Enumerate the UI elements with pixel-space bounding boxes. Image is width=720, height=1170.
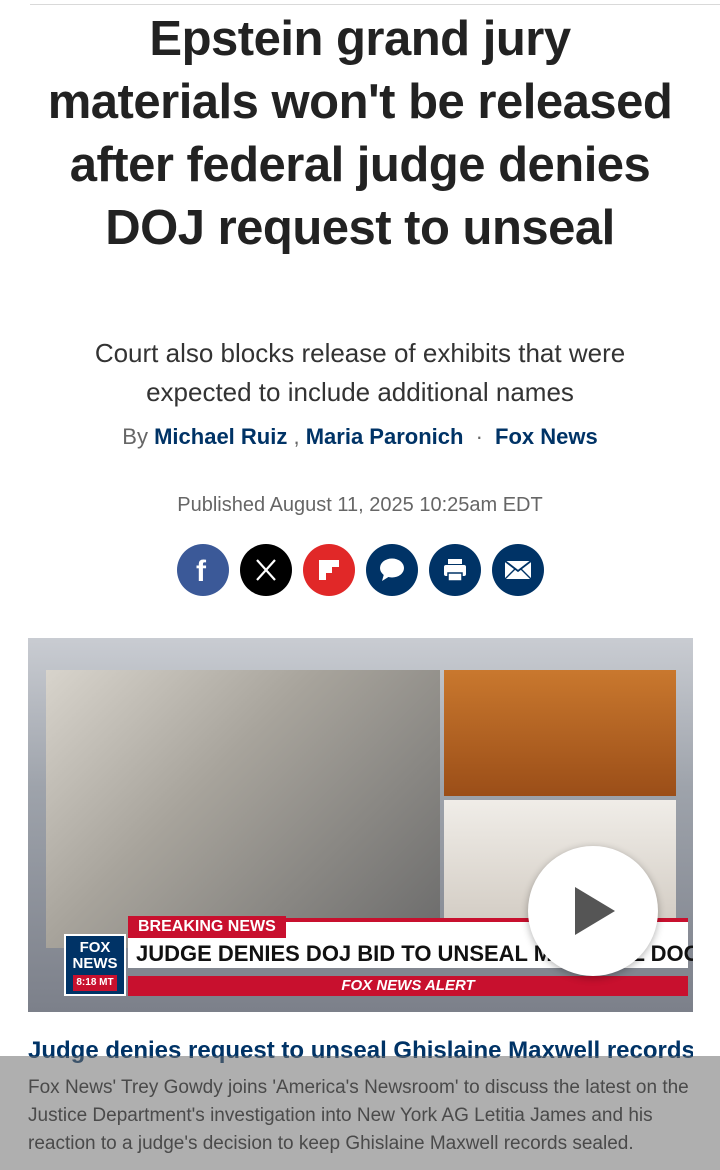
play-icon xyxy=(575,887,615,935)
flipboard-icon xyxy=(319,560,339,580)
print-button[interactable] xyxy=(429,544,481,596)
fox-news-logo: FOX NEWS 8:18 MT xyxy=(64,934,126,996)
author-link-maria-paronich[interactable]: Maria Paronich xyxy=(306,424,464,449)
share-facebook-button[interactable]: f xyxy=(177,544,229,596)
breaking-news-label: BREAKING NEWS xyxy=(128,916,286,938)
fox-news-alert-label: FOX NEWS ALERT xyxy=(128,976,688,996)
logo-line-2: NEWS xyxy=(72,954,118,972)
email-button[interactable] xyxy=(492,544,544,596)
logo-time: 8:18 MT xyxy=(73,974,117,991)
published-datetime: August 11, 2025 10:25am EDT xyxy=(269,494,543,516)
x-icon xyxy=(256,559,276,581)
article-headline: Epstein grand jury materials won't be re… xyxy=(47,12,673,255)
video-image-left xyxy=(46,670,440,948)
top-divider xyxy=(30,4,720,5)
video-image-top-right xyxy=(444,670,676,796)
byline-separator: , xyxy=(293,424,300,449)
author-link-michael-ruiz[interactable]: Michael Ruiz xyxy=(154,424,287,449)
share-x-button[interactable] xyxy=(240,544,292,596)
facebook-icon: f xyxy=(196,555,207,585)
byline-prefix: By xyxy=(122,424,148,449)
video-caption-description: Fox News' Trey Gowdy joins 'America's Ne… xyxy=(28,1077,689,1154)
share-flipboard-button[interactable] xyxy=(303,544,355,596)
logo-line-1: FOX xyxy=(79,938,111,956)
published-label: Published xyxy=(177,494,266,516)
share-bar: f xyxy=(177,544,544,596)
outlet-link[interactable]: Fox News xyxy=(495,424,598,449)
video-player[interactable]: BREAKING NEWS JUDGE DENIES DOJ BID TO UN… xyxy=(28,638,693,1012)
publish-date: Published August 11, 2025 10:25am EDT xyxy=(0,491,720,519)
article-subhead: Court also blocks release of exhibits th… xyxy=(94,338,626,407)
play-button[interactable] xyxy=(528,846,658,976)
comment-icon xyxy=(380,558,404,581)
svg-text:f: f xyxy=(196,555,207,585)
print-icon xyxy=(444,559,466,582)
byline-dot: · xyxy=(475,424,483,449)
comments-button[interactable] xyxy=(366,544,418,596)
email-icon xyxy=(504,560,532,580)
byline: By Michael Ruiz , Maria Paronich · Fox N… xyxy=(0,422,720,452)
